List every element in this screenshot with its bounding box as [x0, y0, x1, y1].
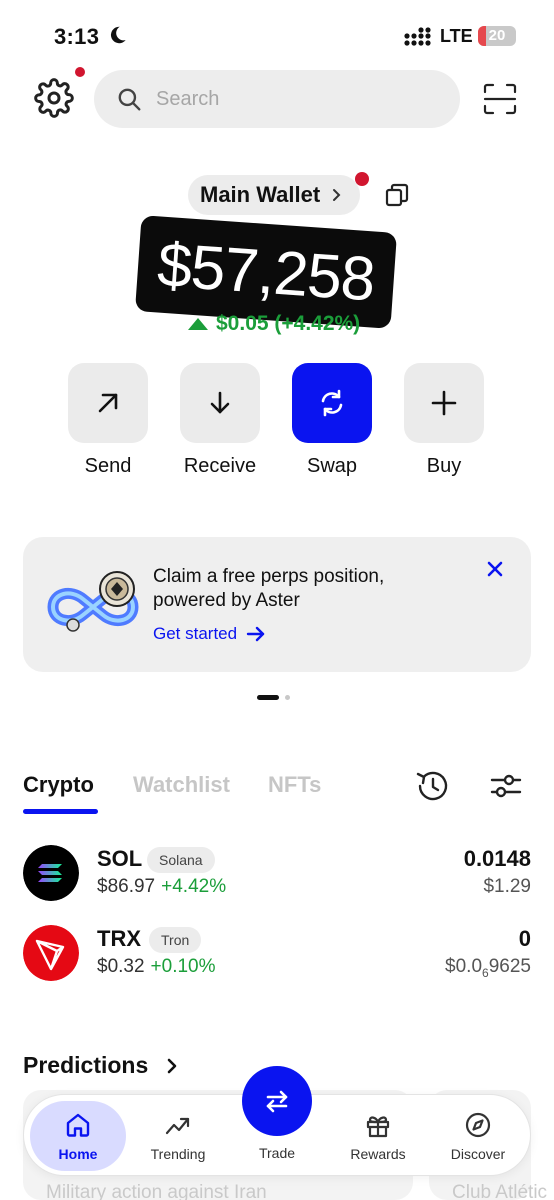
settings-gear-icon[interactable]: [34, 78, 74, 118]
close-icon[interactable]: [484, 558, 506, 580]
arrow-down-icon: [210, 391, 230, 414]
action-row: Send Receive Swap Buy: [66, 363, 488, 483]
network-type: LTE: [440, 26, 473, 46]
token-value-suffix: 9625: [488, 956, 531, 977]
aster-infinity-coin-icon: [47, 571, 139, 632]
battery-indicator: 20: [478, 26, 516, 46]
balance-amount: $57,258: [155, 230, 377, 314]
nav-discover-label: Discover: [450, 1146, 506, 1162]
tron-logo-icon: [23, 925, 79, 981]
receive-label: Receive: [183, 455, 257, 477]
balance-change: $0.05 (+4.42%): [188, 312, 360, 336]
status-bar: 3:13 LTE 20: [0, 0, 554, 70]
tab-nfts[interactable]: NFTs: [268, 772, 321, 798]
copy-icon[interactable]: [384, 182, 410, 208]
nav-trending[interactable]: Trending: [130, 1095, 226, 1175]
token-value-prefix: $0.0: [445, 956, 483, 977]
arrow-right-icon: [246, 626, 265, 642]
token-row-trx[interactable]: TRX Tron $0.32 +0.10% 0 $0.069625: [23, 923, 531, 985]
nav-trending-label: Trending: [150, 1146, 206, 1162]
up-triangle-icon: [188, 318, 208, 330]
promo-message: Claim a free perps position, powered by …: [153, 565, 453, 613]
token-price-change: +0.10%: [150, 956, 216, 977]
predictions-header[interactable]: Predictions: [23, 1052, 178, 1079]
tab-watchlist[interactable]: Watchlist: [133, 772, 230, 798]
token-chain-badge: Tron: [149, 927, 202, 953]
get-started-label: Get started: [153, 624, 238, 643]
chevron-right-icon: [167, 1058, 177, 1073]
nav-rewards[interactable]: Rewards: [330, 1095, 426, 1175]
carousel-dot: [285, 695, 290, 700]
send-label: Send: [84, 455, 132, 477]
promo-line-1: Claim a free perps position,: [153, 566, 385, 587]
nav-rewards-label: Rewards: [350, 1146, 406, 1162]
balance-change-text: $0.05 (+4.42%): [216, 312, 361, 335]
token-price-value: $86.97: [97, 876, 156, 897]
battery-level: 20: [488, 27, 506, 44]
nav-trade-label: Trade: [258, 1145, 296, 1161]
tab-crypto[interactable]: Crypto: [23, 772, 94, 798]
search-icon: [118, 88, 141, 111]
receive-button[interactable]: [180, 363, 260, 443]
tab-underline: [23, 809, 98, 814]
get-started-link[interactable]: Get started: [153, 623, 267, 645]
token-symbol: TRX: [97, 926, 141, 951]
token-price: $86.97 +4.42%: [97, 876, 226, 898]
solana-logo-icon: [23, 845, 79, 901]
home-icon: [66, 1113, 90, 1137]
token-price: $0.32 +0.10%: [97, 956, 216, 978]
token-price-value: $0.32: [97, 956, 145, 977]
token-value-zero-count: 6: [482, 965, 489, 980]
buy-action[interactable]: Buy: [402, 363, 486, 478]
asset-tabs: Crypto Watchlist NFTs: [23, 768, 533, 818]
swap-label: Swap: [306, 455, 358, 477]
token-value: $1.29: [483, 876, 531, 897]
token-price-change: +4.42%: [161, 876, 227, 897]
search-input[interactable]: [156, 80, 446, 118]
send-button[interactable]: [68, 363, 148, 443]
receive-action[interactable]: Receive: [178, 363, 262, 478]
carousel-dots: [257, 695, 290, 700]
token-symbol: SOL: [97, 846, 143, 871]
predictions-title: Predictions: [23, 1052, 149, 1078]
wallet-name: Main Wallet: [200, 182, 321, 207]
filter-sliders-icon[interactable]: [489, 770, 523, 802]
chevron-right-icon: [333, 189, 341, 201]
plus-icon: [431, 390, 457, 416]
status-time: 3:13: [54, 24, 100, 49]
carousel-dot-active: [257, 695, 279, 700]
nav-home[interactable]: Home: [26, 1095, 126, 1175]
send-action[interactable]: Send: [66, 363, 150, 478]
settings-notification-dot: [75, 67, 85, 77]
moon-icon: [110, 26, 126, 44]
arrow-up-right-icon: [98, 393, 118, 413]
token-chain-badge: Solana: [147, 847, 215, 873]
swap-button[interactable]: [292, 363, 372, 443]
scan-icon[interactable]: [482, 82, 518, 116]
trending-icon: [165, 1117, 190, 1135]
swap-icon: [321, 389, 343, 417]
gift-icon: [366, 1116, 390, 1138]
prediction-card-title: Club Atlétic: [452, 1182, 548, 1200]
nav-discover[interactable]: Discover: [430, 1095, 526, 1175]
swap-action[interactable]: Swap: [290, 363, 374, 478]
prediction-card-title: Military action against Iran: [46, 1182, 267, 1200]
nav-home-label: Home: [58, 1146, 98, 1162]
compass-icon: [465, 1112, 491, 1138]
token-amount: 0: [518, 926, 531, 951]
history-icon[interactable]: [415, 768, 449, 804]
signal-icon: [404, 27, 431, 46]
wallet-notification-dot: [355, 172, 369, 186]
wallet-selector[interactable]: Main Wallet: [188, 175, 361, 215]
token-value: $0.069625: [445, 956, 531, 980]
search-bar[interactable]: [94, 70, 460, 128]
buy-label: Buy: [426, 455, 462, 477]
buy-button[interactable]: [404, 363, 484, 443]
promo-line-2: powered by Aster: [153, 590, 300, 611]
transfer-arrows-icon: [266, 1090, 288, 1113]
token-row-sol[interactable]: SOL Solana $86.97 +4.42% 0.0148 $1.29: [23, 843, 531, 905]
promo-banner[interactable]: Claim a free perps position, powered by …: [23, 537, 531, 672]
trade-button[interactable]: [242, 1066, 312, 1136]
token-amount: 0.0148: [463, 846, 531, 871]
